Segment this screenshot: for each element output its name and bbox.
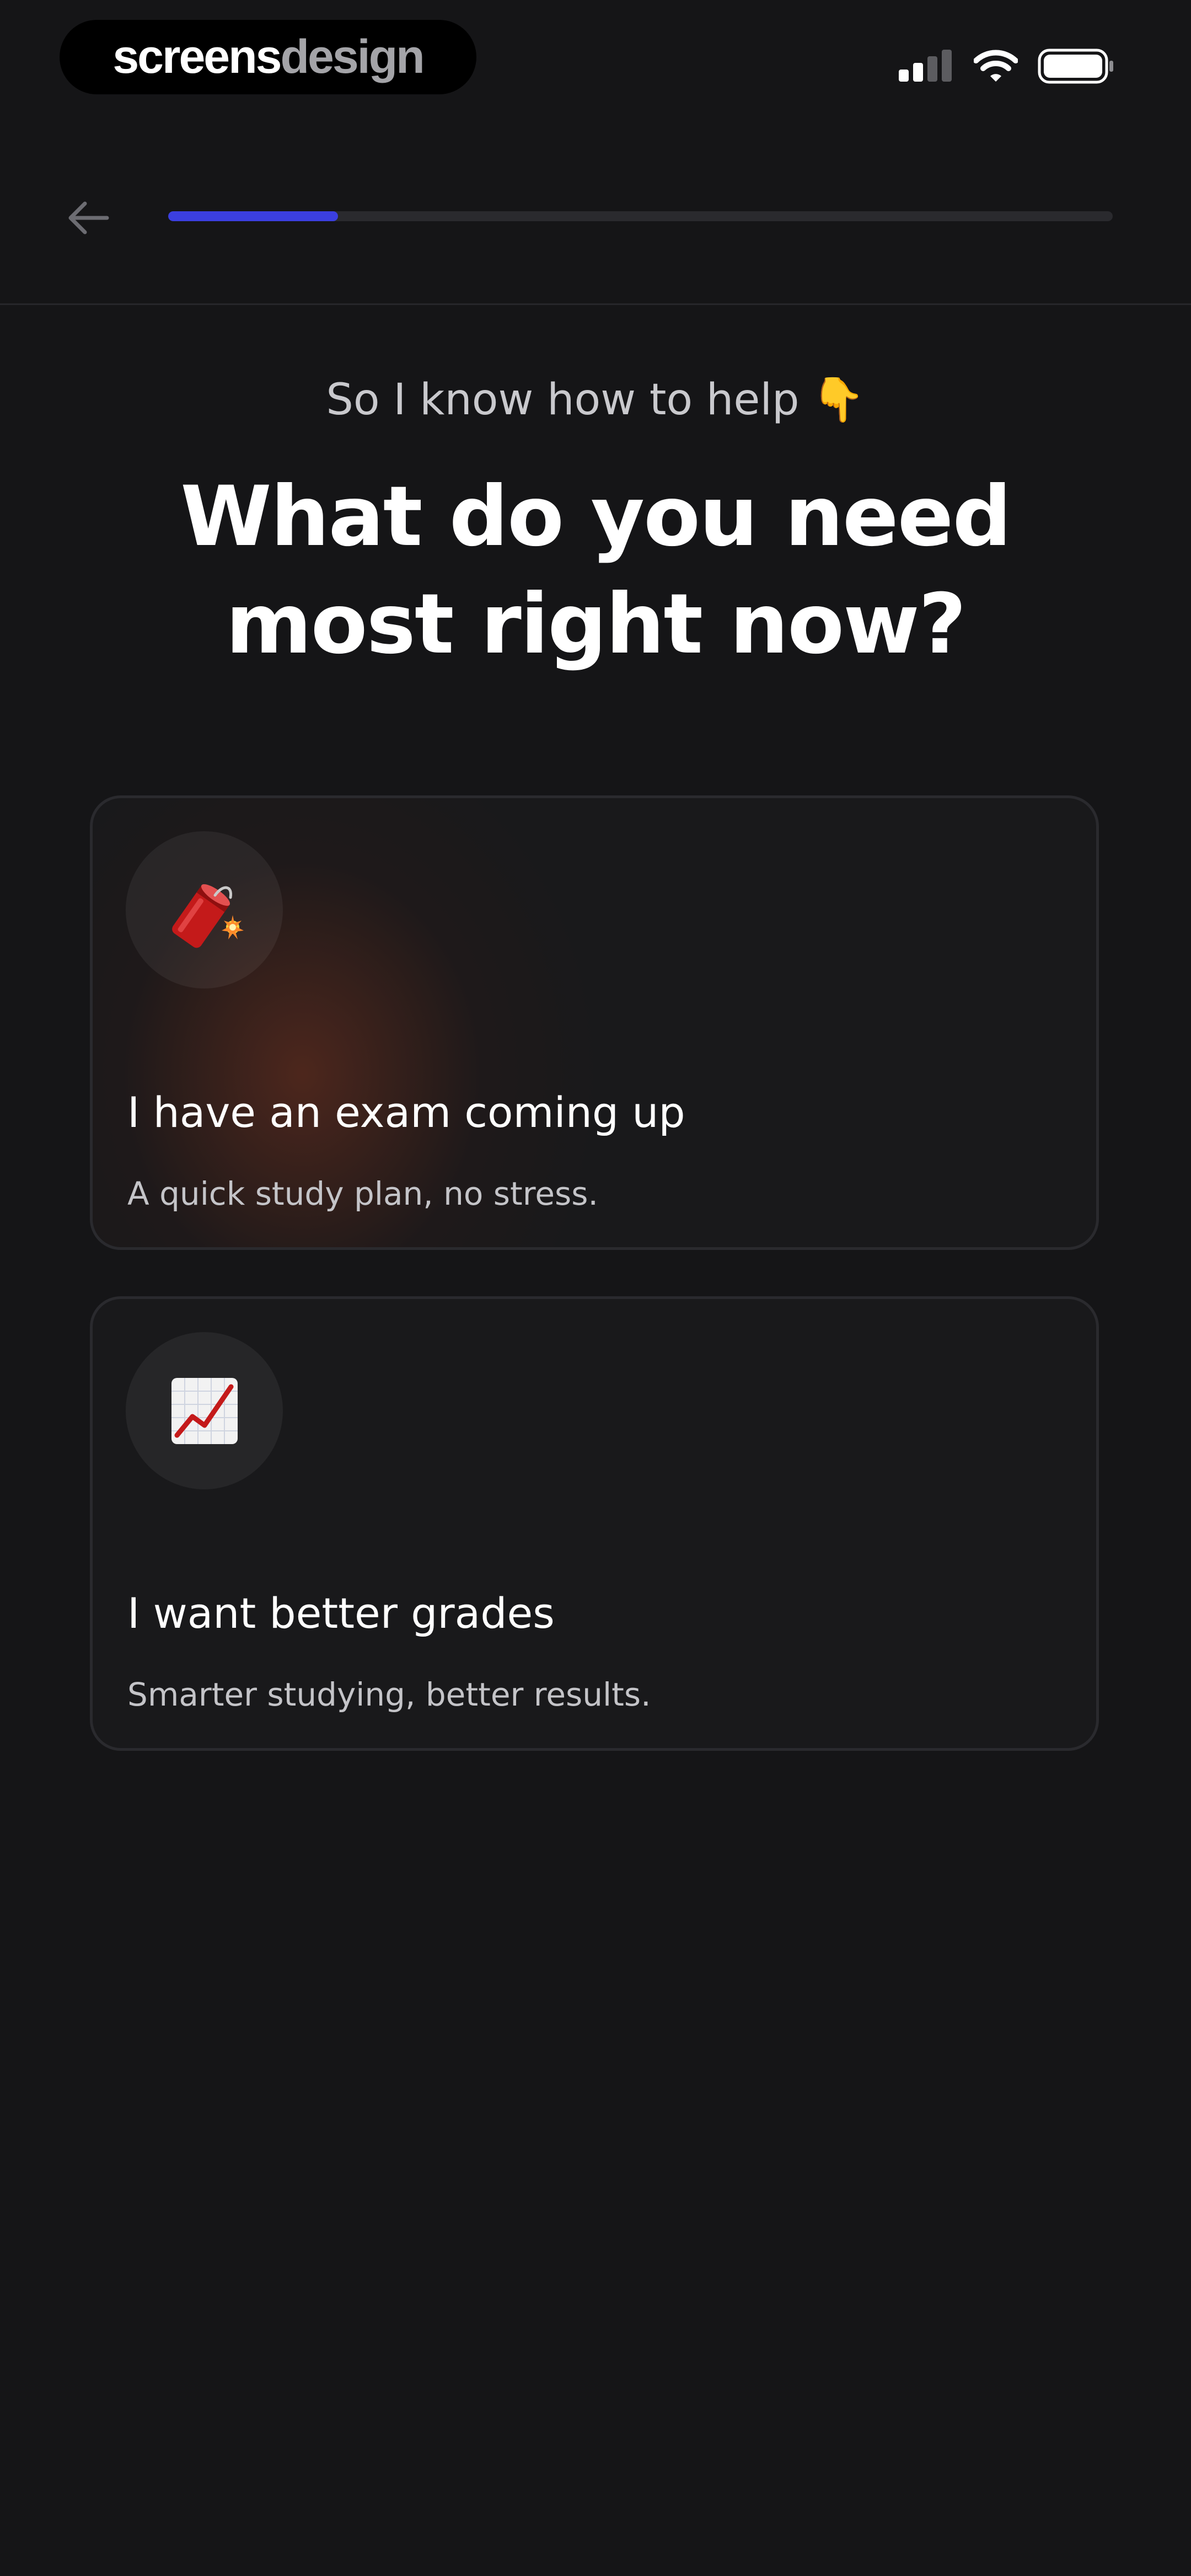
subtitle-text: So I know how to help bbox=[326, 375, 800, 425]
firecracker-icon bbox=[171, 884, 244, 948]
subtitle: So I know how to help 👇 bbox=[0, 375, 1191, 425]
progress-fill bbox=[168, 211, 339, 221]
option-icon-container bbox=[126, 1332, 283, 1489]
option-title: I want better grades bbox=[127, 1589, 555, 1638]
option-exam-card[interactable]: I have an exam coming up A quick study p… bbox=[90, 795, 1099, 1250]
cellular-signal-icon bbox=[899, 50, 952, 82]
chart-increasing-icon bbox=[171, 1377, 238, 1444]
arrow-left-icon bbox=[68, 201, 109, 234]
battery-icon bbox=[1038, 49, 1113, 84]
screensdesign-watermark: screens design bbox=[60, 20, 476, 94]
wifi-icon bbox=[974, 50, 1018, 82]
option-icon-container bbox=[126, 831, 283, 988]
back-button[interactable] bbox=[61, 190, 116, 245]
option-title: I have an exam coming up bbox=[127, 1088, 685, 1137]
header-divider bbox=[0, 303, 1191, 305]
status-bar bbox=[899, 49, 1115, 84]
option-grades-card[interactable]: I want better grades Smarter studying, b… bbox=[90, 1296, 1099, 1751]
watermark-part-2: design bbox=[280, 30, 425, 83]
pointing-down-icon: 👇 bbox=[811, 375, 865, 425]
page-title: What do you need most right now? bbox=[180, 469, 1012, 672]
progress-bar bbox=[168, 211, 1113, 221]
option-description: Smarter studying, better results. bbox=[127, 1676, 651, 1713]
option-description: A quick study plan, no stress. bbox=[127, 1175, 598, 1212]
watermark-part-1: screens bbox=[112, 30, 282, 83]
